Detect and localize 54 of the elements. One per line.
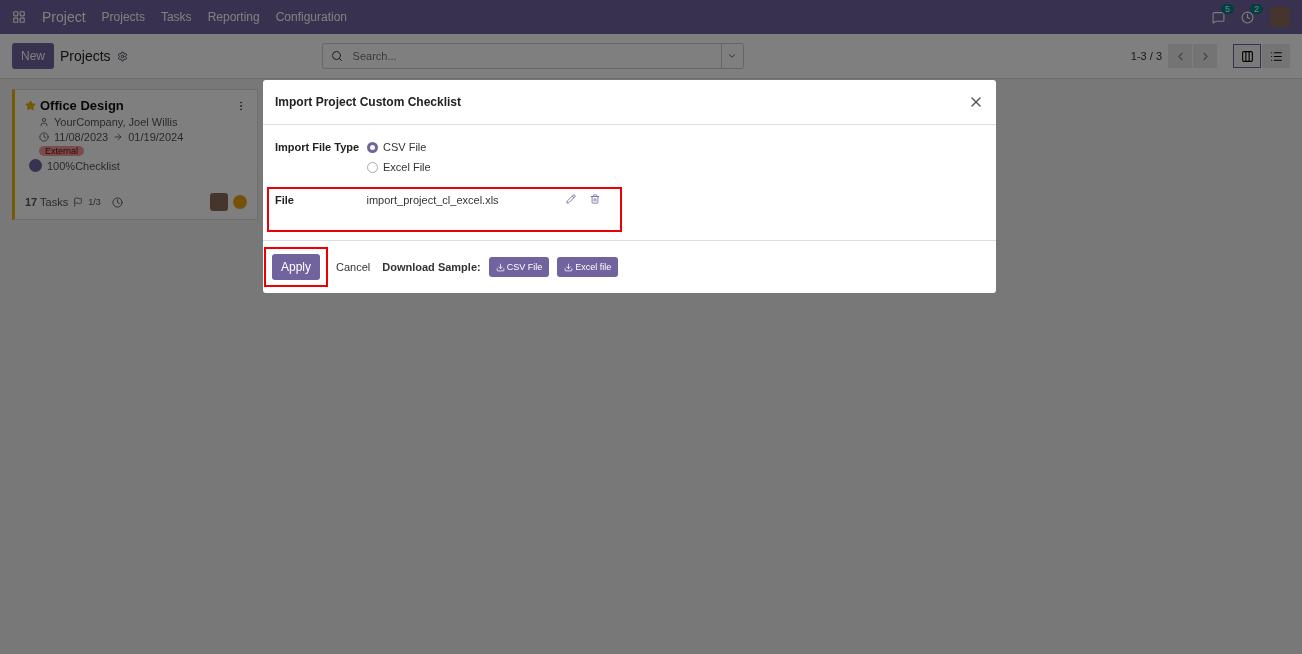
radio-option[interactable]: Excel File — [367, 161, 431, 173]
cancel-button[interactable]: Cancel — [336, 261, 371, 273]
new-button[interactable]: New — [12, 43, 54, 69]
caret-icon[interactable] — [727, 51, 738, 61]
activity-count: 2 — [1250, 3, 1263, 14]
tasks-count[interactable]: 17 Tasks — [25, 196, 69, 208]
list-icon — [1269, 49, 1283, 63]
status-icon[interactable] — [233, 195, 247, 209]
avatar — [210, 193, 228, 211]
download-icon — [495, 262, 505, 272]
start-date: 11/08/2023 — [54, 131, 109, 143]
clock-icon — [39, 132, 49, 142]
radio-option[interactable]: CSV File — [367, 141, 431, 153]
delete-button[interactable] — [590, 194, 600, 204]
tag: External — [39, 146, 85, 156]
radio-icon[interactable] — [367, 161, 378, 173]
menu-item[interactable]: Reporting — [207, 10, 260, 24]
customer: YourCompany, Joel Willis — [54, 116, 178, 128]
dialog-title: Import Project Custom Checklist — [275, 95, 462, 109]
search-icon — [330, 50, 343, 62]
field-label: File — [275, 194, 295, 206]
apply-button[interactable]: Apply — [272, 254, 321, 280]
download-button[interactable]: CSV File — [488, 257, 550, 277]
page-title: Projects — [60, 48, 111, 64]
menu-item[interactable]: Projects — [101, 10, 145, 24]
edit-button[interactable] — [566, 194, 576, 204]
field-label: Import File Type — [275, 141, 361, 155]
download-label: Download Sample: — [382, 261, 481, 273]
app-name[interactable]: Project — [42, 9, 86, 25]
star-icon[interactable] — [25, 100, 36, 111]
view-button[interactable] — [1233, 44, 1261, 68]
project-title: Office Design — [40, 98, 124, 113]
settings-icon[interactable] — [116, 50, 128, 62]
radio-icon[interactable] — [367, 141, 378, 153]
arrow-icon — [113, 132, 124, 142]
project-card[interactable]: Office Design YourCompany, Joel Willis 11/08/2023 01/19/2024 External 100%Checklist 17 Tasks 1/3 — [12, 89, 258, 220]
flag-icon — [73, 197, 84, 207]
download-button[interactable]: Excel file — [557, 257, 619, 277]
milestones: 1/3 — [88, 197, 101, 207]
person-icon — [39, 117, 49, 127]
search-field[interactable]: Search... — [321, 43, 744, 69]
checklist-label: 100%Checklist — [47, 159, 120, 172]
menu-item[interactable]: Configuration — [275, 10, 348, 24]
kanban-icon — [1240, 49, 1254, 63]
menu-item[interactable]: Tasks — [160, 10, 192, 24]
end-date: 01/19/2024 — [128, 131, 184, 143]
pager: 1-3 / 3 — [1130, 50, 1162, 62]
message-count: 5 — [1221, 3, 1234, 14]
apps-icon[interactable] — [12, 10, 26, 24]
search-input[interactable]: Search... — [350, 49, 713, 63]
chat-icon[interactable] — [1212, 10, 1225, 24]
file-name: import_project_cl_excel.xls — [366, 194, 500, 206]
download-icon — [564, 262, 574, 272]
clock-icon[interactable] — [111, 196, 123, 208]
